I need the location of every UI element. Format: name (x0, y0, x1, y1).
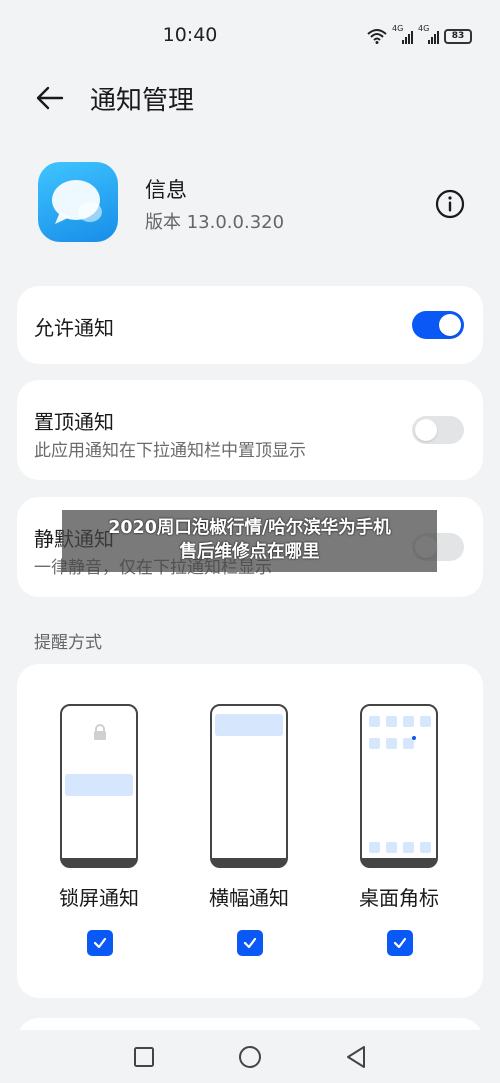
status-time: 10:40 (162, 24, 218, 46)
reminder-style-card: 锁屏通知 横幅通知 桌面角标 (17, 664, 483, 998)
watermark-line-2: 售后维修点在哪里 (179, 542, 320, 562)
lock-screen-checkbox[interactable] (87, 930, 113, 956)
pin-notifications-description: 此应用通知在下拉通知栏中置顶显示 (34, 441, 306, 461)
square-icon[interactable] (131, 1044, 157, 1070)
lock-icon (94, 724, 106, 740)
cellular-signal-icon: 4G (392, 24, 413, 44)
header: 通知管理 (0, 72, 500, 128)
page-title: 通知管理 (90, 86, 195, 116)
app-grid-icon (369, 716, 431, 853)
app-version: 版本 13.0.0.320 (145, 212, 285, 233)
lock-screen-preview[interactable] (60, 704, 138, 868)
triangle-back-icon[interactable] (343, 1044, 369, 1070)
toggle-knob (415, 419, 437, 441)
navigation-bar (0, 1030, 500, 1083)
battery-icon: 83 (444, 28, 472, 44)
lock-screen-label: 锁屏通知 (59, 886, 139, 910)
cellular-signal-icon: 4G (418, 24, 439, 44)
pin-notifications-toggle[interactable] (412, 416, 464, 444)
wifi-icon (367, 29, 387, 44)
badge-label: 桌面角标 (359, 886, 439, 910)
toggle-knob (439, 314, 461, 336)
back-arrow-icon[interactable] (34, 82, 66, 114)
allow-notifications-toggle[interactable] (412, 311, 464, 339)
network-type-label: 4G (418, 24, 430, 33)
watermark-overlay: 2020周口泡椒行情/哈尔滨华为手机 售后维修点在哪里 (62, 510, 437, 572)
checkmark-icon (243, 937, 257, 949)
badge-preview[interactable] (360, 704, 438, 868)
banner-label: 横幅通知 (209, 886, 289, 910)
checkmark-icon (93, 937, 107, 949)
banner-preview[interactable] (210, 704, 288, 868)
banner-preview-block (215, 714, 283, 736)
status-icons: 4G 4G 83 (367, 24, 472, 46)
watermark-line-1: 2020周口泡椒行情/哈尔滨华为手机 (108, 518, 391, 538)
pin-notifications-label: 置顶通知 (34, 410, 114, 434)
pin-notifications-card: 置顶通知 此应用通知在下拉通知栏中置顶显示 (17, 380, 483, 480)
banner-checkbox[interactable] (237, 930, 263, 956)
allow-notifications-label: 允许通知 (34, 316, 114, 340)
notification-preview-block (65, 774, 133, 796)
allow-notifications-card: 允许通知 (17, 286, 483, 364)
reminder-section-title: 提醒方式 (34, 633, 102, 653)
status-bar: 10:40 4G 4G 83 (0, 0, 500, 70)
network-type-label: 4G (392, 24, 404, 33)
app-name: 信息 (145, 178, 187, 202)
circle-icon[interactable] (237, 1044, 263, 1070)
info-icon[interactable] (434, 188, 466, 220)
messages-app-icon (38, 162, 118, 242)
app-info-row: 信息 版本 13.0.0.320 (0, 160, 500, 250)
checkmark-icon (393, 937, 407, 949)
badge-checkbox[interactable] (387, 930, 413, 956)
